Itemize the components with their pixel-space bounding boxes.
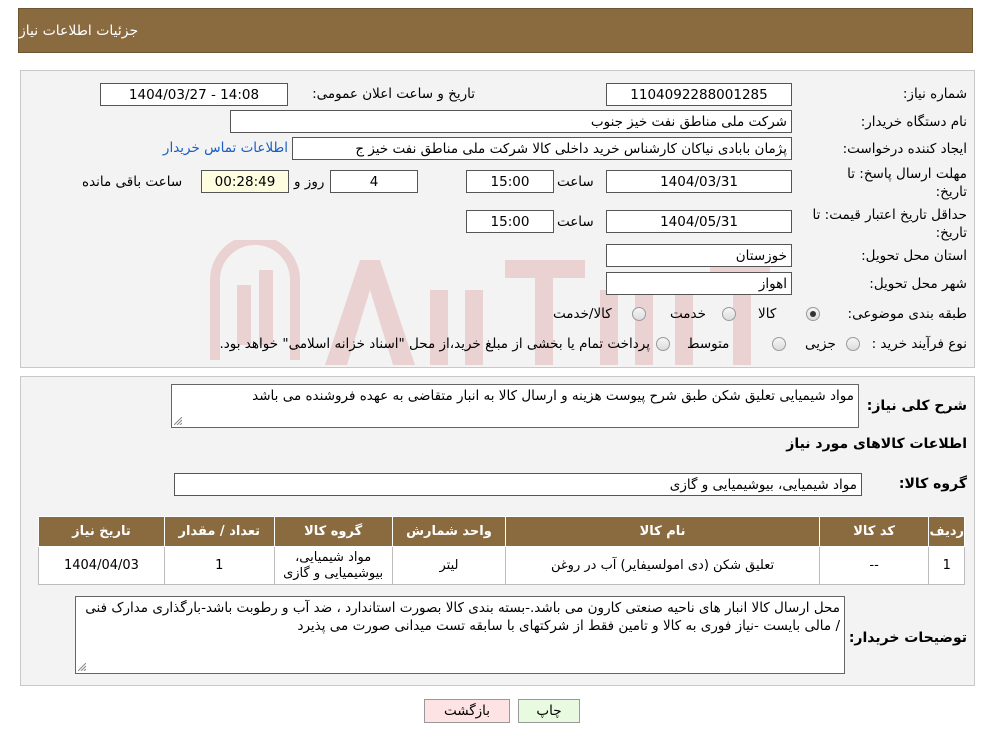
category-radio-goods-service[interactable] [632, 307, 646, 321]
col-row: ردیف [928, 516, 965, 547]
goods-table-header: ردیف کد کالا نام کالا واحد شمارش گروه کا… [38, 516, 965, 547]
buyer-notes-field: محل ارسال کالا انبار های ناحیه صنعتی کار… [75, 596, 845, 674]
creator-label: ایجاد کننده درخواست: [842, 141, 967, 157]
process-radio-treasury[interactable] [656, 337, 670, 351]
validity-time-label: ساعت [557, 214, 594, 230]
print-button[interactable]: چاپ [518, 699, 580, 723]
need-number-field: 1104092288001285 [606, 83, 792, 106]
deadline-time-field: 15:00 [466, 170, 554, 193]
page-title: جزئیات اطلاعات نیاز [19, 22, 139, 39]
process-treasury-note: پرداخت تمام یا بخشی از مبلغ خرید،از محل … [219, 336, 650, 352]
description-field: مواد شیمیایی تعلیق شکن طبق شرح پیوست هزی… [171, 384, 859, 428]
deadline-date-field: 1404/03/31 [606, 170, 792, 193]
resize-grip-icon [174, 417, 182, 425]
announce-date-label: تاریخ و ساعت اعلان عمومی: [312, 86, 475, 102]
validity-time-field: 15:00 [466, 210, 554, 233]
description-text: مواد شیمیایی تعلیق شکن طبق شرح پیوست هزی… [252, 388, 854, 404]
cell-row: 1 [928, 546, 965, 585]
category-label: طبقه بندی موضوعی: [847, 306, 967, 322]
need-number-label: شماره نیاز: [902, 86, 967, 102]
col-unit: واحد شمارش [391, 516, 507, 547]
resize-grip-icon [78, 663, 86, 671]
cell-qty: 1 [163, 546, 275, 585]
validity-date-field: 1404/05/31 [606, 210, 792, 233]
city-label: شهر محل تحویل: [869, 276, 967, 292]
remaining-time-field: 00:28:49 [201, 170, 289, 193]
category-radio-goods[interactable] [806, 307, 820, 321]
goods-group-label: گروه کالا: [898, 476, 967, 492]
validity-label: حداقل تاریخ اعتبار قیمت: تا تاریخ: [813, 206, 967, 242]
deadline-label-line2: تاریخ: [935, 184, 967, 200]
remaining-days-field: 4 [330, 170, 418, 193]
validity-label-line1: حداقل تاریخ اعتبار قیمت: تا [812, 207, 967, 223]
col-name: نام کالا [505, 516, 820, 547]
cell-code: -- [818, 546, 930, 585]
cell-name: تعلیق شکن (دی امولسیفایر) آب در روغن [505, 546, 820, 585]
process-label: نوع فرآیند خرید : [871, 336, 967, 352]
province-label: استان محل تحویل: [861, 248, 967, 264]
cell-date: 1404/04/03 [38, 546, 165, 585]
col-code: کد کالا [818, 516, 930, 547]
buyer-org-field: شرکت ملی مناطق نفت خیز جنوب [230, 110, 792, 133]
goods-table: ردیف کد کالا نام کالا واحد شمارش گروه کا… [38, 516, 965, 585]
province-field: خوزستان [606, 244, 792, 267]
deadline-time-label: ساعت [557, 174, 594, 190]
page-header: جزئیات اطلاعات نیاز [18, 8, 973, 53]
city-field: اهواز [606, 272, 792, 295]
col-date: تاریخ نیاز [38, 516, 165, 547]
category-goods-service-label: کالا/خدمت [553, 306, 612, 322]
col-qty: تعداد / مقدار [163, 516, 275, 547]
cell-unit: لیتر [391, 546, 507, 585]
deadline-label-line1: مهلت ارسال پاسخ: تا [847, 166, 967, 182]
cell-group: مواد شیمیایی، بیوشیمیایی و گازی [273, 546, 393, 585]
process-medium-label: متوسط [687, 336, 730, 352]
buyer-contact-link[interactable]: اطلاعات تماس خریدار [155, 140, 288, 156]
process-minor-label: جزیی [805, 336, 836, 352]
creator-field: پژمان بابادی نیاکان کارشناس خرید داخلی ک… [292, 137, 792, 160]
description-label: شرح کلی نیاز: [866, 398, 967, 414]
validity-label-line2: تاریخ: [935, 225, 967, 241]
goods-section-title: اطلاعات کالاهای مورد نیاز [786, 436, 967, 452]
goods-group-field: مواد شیمیایی، بیوشیمیایی و گازی [174, 473, 862, 496]
announce-date-field: 1404/03/27 - 14:08 [100, 83, 288, 106]
category-radio-service[interactable] [722, 307, 736, 321]
col-group: گروه کالا [273, 516, 393, 547]
buyer-org-label: نام دستگاه خریدار: [860, 114, 967, 130]
category-service-label: خدمت [670, 306, 706, 322]
days-and-label: روز و [294, 174, 325, 190]
remaining-time-label: ساعت باقی مانده [82, 174, 183, 190]
buyer-notes-text: محل ارسال کالا انبار های ناحیه صنعتی کار… [85, 600, 840, 634]
process-radio-medium[interactable] [772, 337, 786, 351]
process-radio-minor[interactable] [846, 337, 860, 351]
deadline-label: مهلت ارسال پاسخ: تا تاریخ: [847, 165, 967, 201]
category-goods-label: کالا [758, 306, 777, 322]
table-row: 1 -- تعلیق شکن (دی امولسیفایر) آب در روغ… [38, 546, 965, 585]
back-button[interactable]: بازگشت [424, 699, 510, 723]
buyer-notes-label: توضیحات خریدار: [848, 630, 967, 646]
